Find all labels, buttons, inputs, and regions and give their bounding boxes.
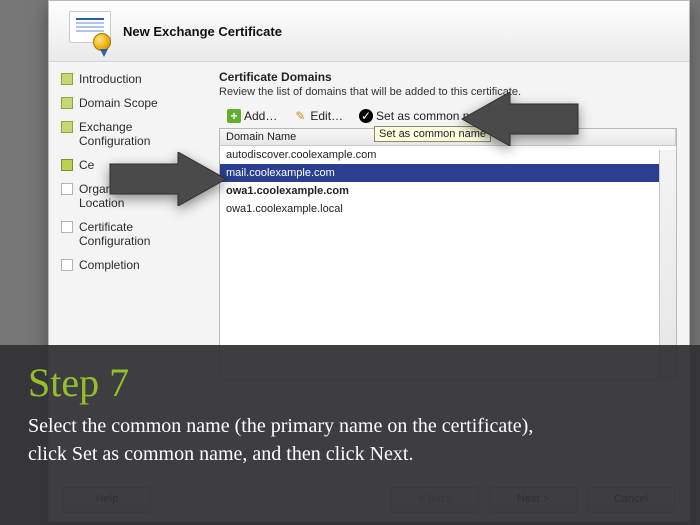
step-current-icon	[61, 159, 73, 171]
domain-toolbar: + Add… ✎ Edit… ✓ Set as common name ✕ Se…	[219, 104, 677, 128]
page-title: Certificate Domains	[219, 70, 677, 84]
tutorial-caption: Step 7 Select the common name (the prima…	[0, 345, 700, 525]
step-domain-scope[interactable]: Domain Scope	[61, 96, 211, 110]
step-label: Exchange Configuration	[79, 120, 189, 148]
step-todo-icon	[61, 221, 73, 233]
step-label: Certificate Configuration	[79, 220, 189, 248]
caption-heading: Step 7	[28, 359, 672, 406]
page-description: Review the list of domains that will be …	[219, 86, 677, 98]
checkmark-icon: ✓	[359, 109, 373, 123]
remove-button[interactable]: ✕	[505, 108, 527, 124]
titlebar: New Exchange Certificate	[49, 1, 689, 62]
pencil-icon: ✎	[293, 109, 307, 123]
step-label: Organization and Location	[79, 182, 189, 210]
grid-row[interactable]: mail.coolexample.com	[220, 164, 676, 182]
certificate-icon	[67, 11, 113, 51]
caption-body: Select the common name (the primary name…	[28, 412, 548, 468]
step-done-icon	[61, 97, 73, 109]
step-certificate-configuration[interactable]: Certificate Configuration	[61, 220, 211, 248]
step-introduction[interactable]: Introduction	[61, 72, 211, 86]
add-label: Add…	[244, 108, 277, 124]
step-label: Ce	[79, 158, 94, 172]
x-icon: ✕	[509, 109, 523, 123]
add-button[interactable]: + Add…	[223, 107, 281, 125]
window-title: New Exchange Certificate	[123, 24, 282, 39]
edit-label: Edit…	[310, 108, 343, 124]
step-exchange-configuration[interactable]: Exchange Configuration	[61, 120, 211, 148]
grid-row[interactable]: autodiscover.coolexample.com	[220, 146, 676, 164]
step-done-icon	[61, 121, 73, 133]
step-certificate-domains[interactable]: Ce	[61, 158, 211, 172]
step-todo-icon	[61, 259, 73, 271]
step-organization-location[interactable]: Organization and Location	[61, 182, 211, 210]
grid-row[interactable]: owa1.coolexample.com	[220, 182, 676, 200]
step-todo-icon	[61, 183, 73, 195]
plus-icon: +	[227, 109, 241, 123]
step-label: Completion	[79, 258, 140, 272]
step-label: Introduction	[79, 72, 142, 86]
grid-row[interactable]: owa1.coolexample.local	[220, 200, 676, 218]
set-cn-label: Set as common name	[376, 108, 493, 124]
step-done-icon	[61, 73, 73, 85]
tooltip-set-common-name: Set as common name	[374, 126, 491, 142]
step-completion[interactable]: Completion	[61, 258, 211, 272]
step-label: Domain Scope	[79, 96, 158, 110]
domain-grid: Domain Name autodiscover.coolexample.com…	[219, 128, 677, 380]
edit-button[interactable]: ✎ Edit…	[289, 107, 347, 125]
set-as-common-name-button[interactable]: ✓ Set as common name	[355, 107, 497, 125]
